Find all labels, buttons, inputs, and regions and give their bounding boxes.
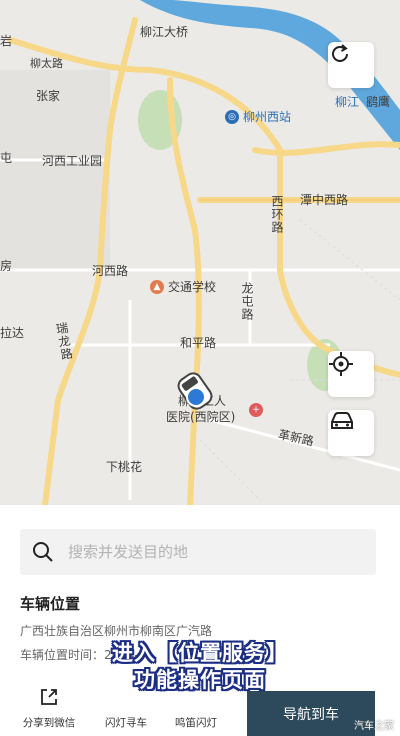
vehicle-location-marker[interactable] [170, 366, 220, 416]
label-left-fang: 房 [0, 259, 13, 273]
locate-button[interactable] [328, 351, 374, 397]
label-longtun-road: 龙屯路 [240, 282, 254, 321]
label-zhangjia: 张家 [36, 89, 61, 103]
caption-overlay: 进入【位置服务】 功能操作页面 [0, 640, 400, 694]
caption-line-2: 功能操作页面 [134, 668, 266, 692]
label-liutai-road: 柳太路 [30, 57, 63, 70]
label-liujiang: 柳江 [335, 95, 360, 109]
watermark: 汽车之家 [354, 721, 394, 732]
label-liudaqiao: 柳江大桥 [140, 25, 189, 39]
label-xihuan-road: 西环路 [270, 195, 284, 234]
label-hexi-industrial-park: 河西工业园 [42, 154, 103, 168]
train-station-icon: ◎ [225, 110, 239, 124]
share-label: 分享到微信 [22, 717, 76, 729]
refresh-icon [332, 44, 348, 62]
vehicle-marker-icon [177, 372, 213, 410]
refresh-button[interactable] [328, 42, 374, 88]
poi-jiaotong-school[interactable]: ▲ 交通学校 [150, 280, 216, 294]
caption-line-1: 进入【位置服务】 [112, 641, 288, 665]
search-icon [33, 542, 53, 562]
label-tanzhong-west-road: 潭中西路 [300, 193, 349, 207]
honk-label: 鸣笛闪灯 [175, 717, 217, 729]
label-yingfeng: 鹞鹰 [366, 95, 391, 109]
label-heping-road: 和平路 [180, 336, 217, 350]
map-view[interactable]: 岩 柳江大桥 柳太路 张家 ◎ 柳州西站 柳江 鹞鹰 屯 河西工业园 潭中西路 … [0, 0, 400, 505]
poi-liuzhou-west-station-label: 柳州西站 [243, 110, 292, 124]
hospital-icon[interactable]: + [249, 403, 263, 417]
label-left-tun: 屯 [0, 151, 13, 165]
vehicle-address: 广西壮族自治区柳州市柳南区广汽路 [20, 624, 213, 638]
label-xiataohua: 下桃花 [106, 460, 143, 474]
poi-jiaotong-school-label: 交通学校 [168, 280, 217, 294]
label-left-yan: 岩 [0, 34, 13, 48]
label-hexi-road: 河西路 [92, 264, 129, 278]
car-icon [331, 412, 353, 429]
vehicle-location-title: 车辆位置 [20, 595, 81, 613]
vehicle-view-button[interactable] [328, 410, 374, 456]
school-icon: ▲ [150, 280, 164, 294]
destination-search-input[interactable] [66, 542, 360, 562]
flash-label: 闪灯寻车 [105, 717, 147, 729]
poi-liuzhou-west-station[interactable]: ◎ 柳州西站 [225, 110, 291, 124]
locate-icon [329, 352, 353, 376]
destination-search-bar[interactable] [20, 529, 376, 575]
label-left-la: 拉达 [0, 326, 25, 340]
